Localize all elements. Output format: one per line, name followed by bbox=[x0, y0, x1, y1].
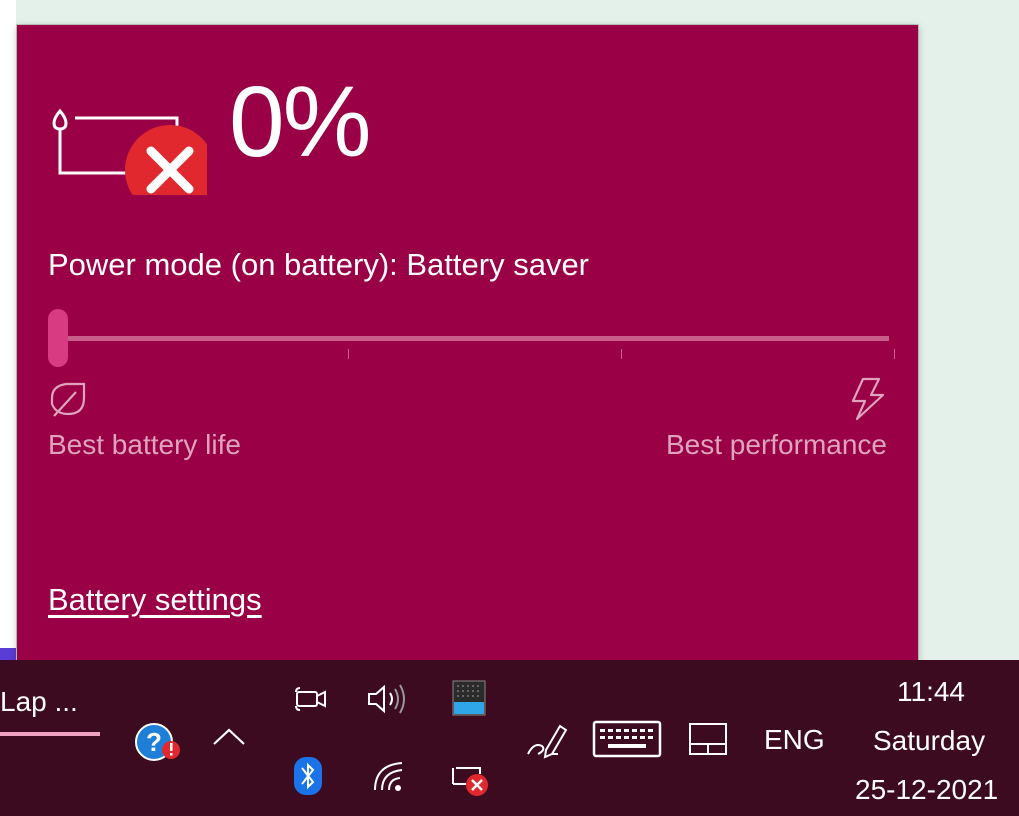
clock-time[interactable]: 11:44 bbox=[897, 676, 965, 708]
chevron-up-icon[interactable] bbox=[212, 726, 246, 748]
pen-icon[interactable] bbox=[524, 720, 572, 762]
camera-icon[interactable] bbox=[294, 682, 328, 716]
background-window-accent bbox=[0, 648, 16, 660]
slider-tick bbox=[621, 349, 622, 359]
svg-text:?: ? bbox=[146, 727, 162, 757]
battery-error-icon[interactable] bbox=[450, 764, 490, 798]
lightning-icon bbox=[851, 377, 885, 421]
volume-icon[interactable] bbox=[366, 682, 410, 716]
best-battery-life-label: Best battery life bbox=[48, 429, 241, 460]
touchpad-icon[interactable] bbox=[688, 722, 728, 756]
language-indicator[interactable]: ENG bbox=[764, 724, 825, 756]
slider-tick bbox=[348, 349, 349, 359]
active-app-indicator bbox=[0, 732, 100, 736]
slider-tick bbox=[894, 349, 895, 359]
storage-icon[interactable] bbox=[452, 680, 486, 716]
background-window-edge bbox=[0, 0, 16, 660]
taskbar-app-label[interactable]: Lap ... bbox=[0, 686, 78, 718]
battery-percentage: 0% bbox=[229, 66, 372, 178]
power-mode-slider[interactable] bbox=[48, 307, 895, 367]
battery-flyout: 0% Power mode (on battery): Battery save… bbox=[17, 25, 918, 661]
taskbar: Lap ... ? ENG 11:44 Saturday 25-12-2021 bbox=[0, 660, 1019, 816]
slider-track[interactable] bbox=[56, 336, 889, 341]
battery-error-icon bbox=[52, 108, 207, 195]
slider-thumb[interactable] bbox=[48, 309, 68, 367]
power-mode-label: Power mode (on battery): Battery saver bbox=[48, 247, 590, 282]
best-performance-label: Best performance bbox=[666, 429, 887, 460]
battery-settings-link[interactable]: Battery settings bbox=[48, 582, 262, 618]
help-warning-icon[interactable]: ? bbox=[133, 722, 183, 766]
keyboard-icon[interactable] bbox=[592, 720, 662, 758]
clock-date[interactable]: 25-12-2021 bbox=[855, 774, 998, 806]
leaf-icon bbox=[50, 382, 86, 417]
bluetooth-icon[interactable] bbox=[293, 756, 323, 796]
wifi-icon[interactable] bbox=[372, 760, 410, 794]
clock-day[interactable]: Saturday bbox=[873, 725, 985, 757]
